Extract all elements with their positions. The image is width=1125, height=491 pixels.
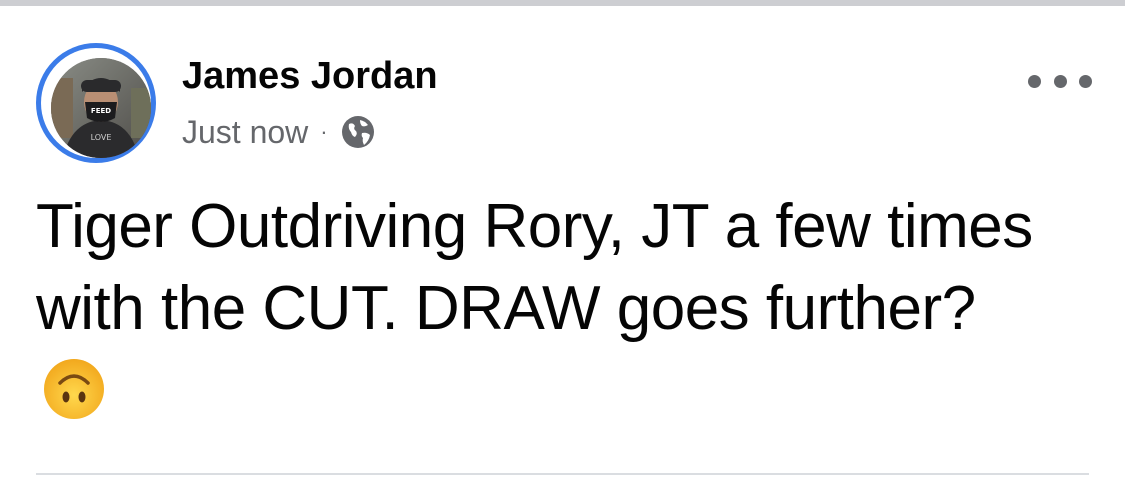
more-horizontal-icon — [1028, 74, 1041, 88]
divider — [36, 473, 1089, 475]
more-dot — [1079, 74, 1092, 88]
svg-text:LOVE: LOVE — [91, 133, 112, 142]
post-timestamp[interactable]: Just now — [182, 114, 308, 151]
meta-separator: · — [320, 119, 328, 144]
top-border — [0, 0, 1125, 6]
author-name[interactable]: James Jordan — [182, 54, 438, 98]
upside-down-face-emoji — [42, 357, 106, 421]
svg-text:FEED: FEED — [91, 107, 111, 115]
avatar: FEED LOVE — [51, 58, 151, 158]
more-dot — [1053, 74, 1067, 88]
post-text: Tiger Outdriving Rory, JT a few times wi… — [36, 192, 1033, 343]
globe-icon[interactable] — [340, 114, 376, 150]
more-options-button[interactable] — [1028, 64, 1092, 98]
avatar-photo: FEED LOVE — [51, 58, 151, 158]
post-body: Tiger Outdriving Rory, JT a few times wi… — [36, 186, 1036, 432]
avatar-story-ring[interactable]: FEED LOVE — [36, 43, 156, 163]
post-meta: Just now · — [182, 112, 376, 152]
